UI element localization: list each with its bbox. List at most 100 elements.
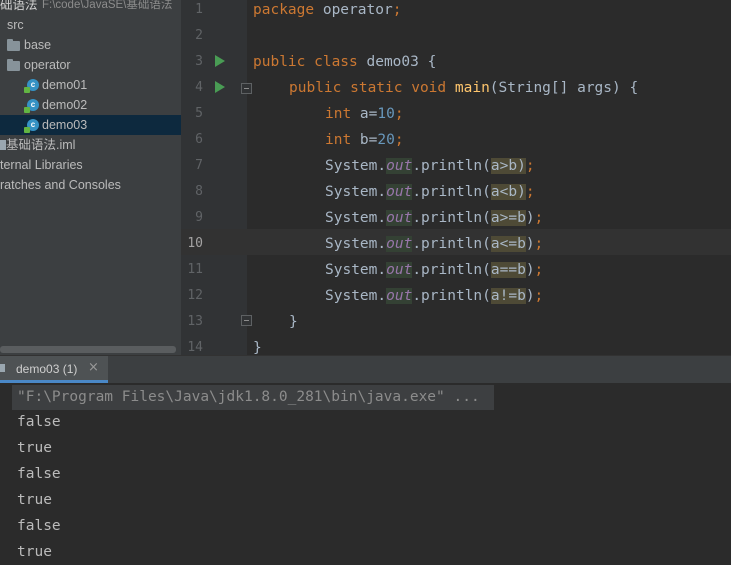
tree-item-label: src bbox=[7, 18, 24, 32]
fold-icon[interactable] bbox=[241, 83, 252, 94]
run-tab-demo03[interactable]: demo03 (1) × bbox=[0, 356, 108, 383]
close-paren: ) bbox=[517, 184, 526, 200]
code-line-6: int b=20; bbox=[325, 130, 404, 156]
system-ref: System. bbox=[325, 262, 387, 278]
println-call: .println( bbox=[412, 158, 491, 174]
console-command[interactable]: "F:\Program Files\Java\jdk1.8.0_281\bin\… bbox=[17, 384, 480, 410]
line-number: 11 bbox=[187, 262, 203, 277]
code-line-5: int a=10; bbox=[325, 104, 404, 130]
semicolon: ; bbox=[534, 262, 544, 278]
println-arg: a<b bbox=[490, 184, 518, 200]
close-paren: ) bbox=[525, 236, 535, 252]
fold-icon[interactable] bbox=[241, 315, 252, 326]
project-tool-window: 础语法 F:\code\JavaSE\基础语法 src base operato… bbox=[0, 0, 181, 355]
code-line-8: System.out.println(a<b); bbox=[325, 182, 535, 208]
tree-item-iml[interactable]: 基础语法.iml bbox=[0, 135, 181, 155]
println-call: .println( bbox=[412, 288, 491, 304]
semicolon: ; bbox=[392, 2, 402, 18]
close-paren: ) bbox=[525, 262, 535, 278]
line-number: 6 bbox=[195, 132, 203, 147]
number-literal: 20 bbox=[377, 132, 395, 148]
tree-item-label: demo01 bbox=[42, 78, 88, 92]
run-console[interactable] bbox=[0, 383, 731, 565]
line-number: 9 bbox=[195, 210, 203, 225]
semicolon: ; bbox=[394, 106, 404, 122]
java-class-icon: c bbox=[24, 99, 39, 113]
tree-root-label: 础语法 bbox=[0, 0, 38, 12]
code-line-11: System.out.println(a==b); bbox=[325, 260, 543, 286]
number-literal: 10 bbox=[377, 106, 395, 122]
close-icon[interactable]: × bbox=[88, 360, 99, 375]
run-tab-bar: demo03 (1) × bbox=[0, 355, 731, 383]
println-call: .println( bbox=[412, 210, 491, 226]
semicolon: ; bbox=[394, 132, 404, 148]
tree-item-base[interactable]: base bbox=[0, 35, 181, 55]
line-number: 12 bbox=[187, 288, 203, 303]
tree-item-operator[interactable]: operator bbox=[0, 55, 181, 75]
out-field: out bbox=[386, 288, 413, 304]
semicolon: ; bbox=[525, 184, 535, 200]
println-call: .println( bbox=[412, 236, 491, 252]
line-number: 5 bbox=[195, 106, 203, 121]
package-name: operator bbox=[314, 2, 393, 18]
line-number: 1 bbox=[195, 2, 203, 17]
line-number: 7 bbox=[195, 158, 203, 173]
println-arg: a>=b bbox=[490, 210, 526, 226]
run-config-icon bbox=[0, 364, 5, 372]
line-number: 8 bbox=[195, 184, 203, 199]
tree-item-demo02[interactable]: c demo02 bbox=[0, 95, 181, 115]
tree-item-external-libraries[interactable]: ternal Libraries bbox=[0, 155, 181, 175]
console-output-line: true bbox=[17, 492, 52, 508]
tree-item-label: demo02 bbox=[42, 98, 88, 112]
run-main-icon[interactable] bbox=[215, 81, 225, 93]
variable: b= bbox=[351, 132, 378, 148]
println-call: .println( bbox=[412, 262, 491, 278]
tree-item-label: ratches and Consoles bbox=[0, 178, 121, 192]
code-line-1: package operator; bbox=[253, 0, 401, 26]
console-output-line: false bbox=[17, 518, 61, 534]
run-class-icon[interactable] bbox=[215, 55, 225, 67]
tree-item-label: 基础语法.iml bbox=[6, 138, 76, 152]
keyword: int bbox=[325, 132, 352, 148]
java-class-icon: c bbox=[24, 79, 39, 93]
out-field: out bbox=[386, 262, 413, 278]
code-line-3: public class demo03 { bbox=[253, 52, 436, 78]
method-params: (String[] args) { bbox=[489, 80, 639, 96]
println-arg: a<=b bbox=[490, 236, 526, 252]
tree-item-label: operator bbox=[24, 58, 71, 72]
code-line-13: } bbox=[289, 314, 298, 330]
tree-item-src[interactable]: src bbox=[0, 15, 181, 35]
system-ref: System. bbox=[325, 184, 387, 200]
console-output-line: false bbox=[17, 466, 61, 482]
tree-item-label: ternal Libraries bbox=[0, 158, 83, 172]
horizontal-scrollbar[interactable] bbox=[0, 346, 176, 353]
println-call: .println( bbox=[412, 184, 491, 200]
tree-root[interactable]: 础语法 F:\code\JavaSE\基础语法 bbox=[0, 0, 181, 15]
close-paren: ) bbox=[525, 210, 535, 226]
line-number: 2 bbox=[195, 28, 203, 43]
run-tab-label: demo03 (1) bbox=[16, 362, 78, 376]
system-ref: System. bbox=[325, 158, 387, 174]
println-arg: a!=b bbox=[490, 288, 526, 304]
console-output-line: true bbox=[17, 440, 52, 456]
code-line-12: System.out.println(a!=b); bbox=[325, 286, 543, 312]
folder-icon bbox=[7, 39, 20, 51]
line-number: 4 bbox=[195, 80, 203, 95]
tree-item-demo01[interactable]: c demo01 bbox=[0, 75, 181, 95]
tree-item-demo03[interactable]: c demo03 bbox=[0, 115, 181, 135]
method-name: main bbox=[454, 80, 490, 96]
out-field: out bbox=[386, 236, 413, 252]
out-field: out bbox=[386, 210, 413, 226]
semicolon: ; bbox=[534, 288, 544, 304]
code-line-4: public static void main(String[] args) { bbox=[289, 78, 638, 104]
out-field: out bbox=[386, 184, 413, 200]
tree-item-scratches[interactable]: ratches and Consoles bbox=[0, 175, 181, 195]
semicolon: ; bbox=[525, 158, 535, 174]
java-class-icon: c bbox=[24, 119, 39, 133]
variable: a= bbox=[351, 106, 378, 122]
line-number: 3 bbox=[195, 54, 203, 69]
keyword: package bbox=[253, 2, 315, 18]
out-field: out bbox=[386, 158, 413, 174]
close-paren: ) bbox=[525, 288, 535, 304]
close-paren: ) bbox=[517, 158, 526, 174]
